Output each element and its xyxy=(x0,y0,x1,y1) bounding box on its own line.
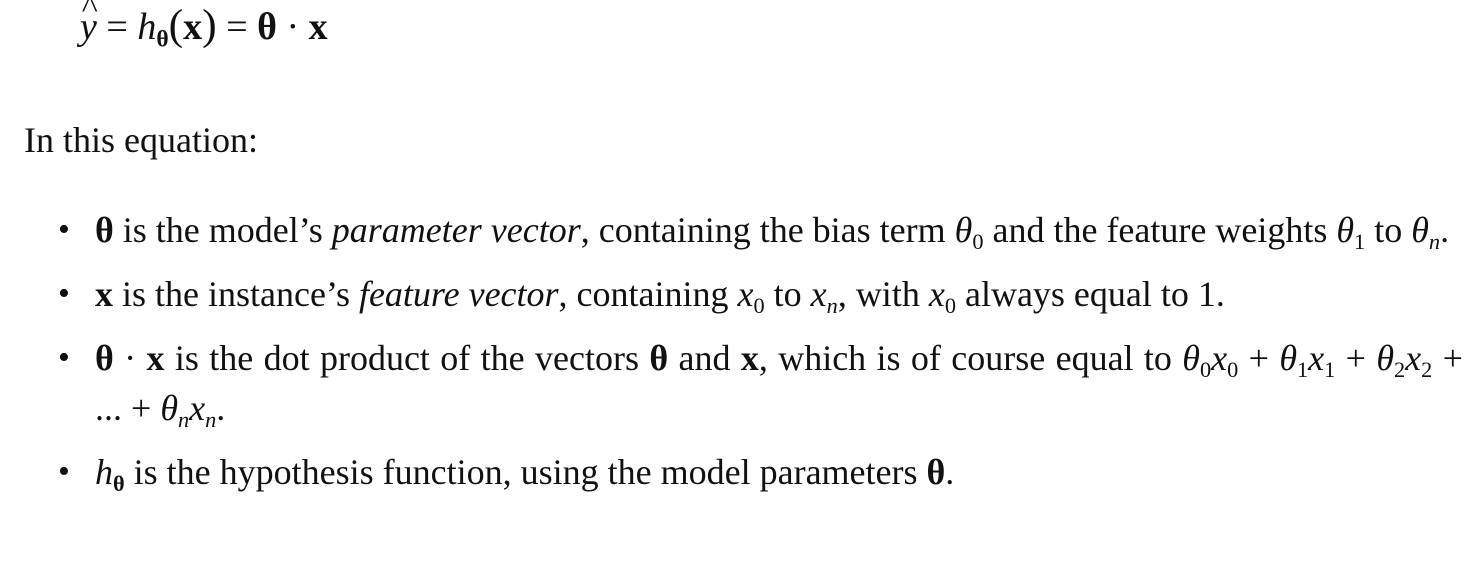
close-paren: ) xyxy=(202,1,217,49)
hat-mark: ^ xyxy=(81,0,98,27)
subscript: 0 xyxy=(1199,357,1212,383)
subscript: 0 xyxy=(944,293,956,319)
dot-operator: · xyxy=(277,6,309,48)
theta-vector: θ xyxy=(257,6,278,48)
hypothesis-h: h xyxy=(95,452,113,492)
open-paren: ( xyxy=(168,1,184,49)
x-var: x xyxy=(737,274,754,314)
text: is the instance’s xyxy=(113,274,359,314)
intro-text: In this equation: xyxy=(24,120,258,160)
hypothesis-subscript: θ xyxy=(113,471,125,497)
x-term: x xyxy=(740,338,759,378)
hypothesis-subscript: θ xyxy=(156,26,169,53)
text: , containing the bias term xyxy=(580,210,955,250)
emphasis-term: parameter vector xyxy=(331,210,581,250)
x-vector: x xyxy=(183,6,203,48)
equals-sign-2: = xyxy=(216,6,258,48)
text: to xyxy=(1365,210,1412,250)
list-item-dot-product: • θ · x is the dot product of the vectors… xyxy=(0,333,1483,433)
subscript: n xyxy=(205,407,217,433)
text: and the feature weights xyxy=(983,210,1337,250)
x-var: x xyxy=(1308,338,1325,378)
list-item-hypothesis: • hθ is the hypothesis function, using th… xyxy=(0,447,1483,497)
subscript: 1 xyxy=(1297,357,1309,383)
theta-term: θ xyxy=(649,338,669,378)
theta-var: θ xyxy=(954,210,973,250)
definition-list: • θ is the model’s parameter vector, cont… xyxy=(0,205,1483,497)
theta-var: θ xyxy=(160,388,178,428)
subscript: n xyxy=(826,293,838,319)
x-var: x xyxy=(928,274,945,314)
bullet-icon: • xyxy=(58,275,70,312)
x-vector-2: x xyxy=(308,6,328,48)
theta-var: θ xyxy=(1182,338,1200,378)
emphasis-term: feature vector xyxy=(358,274,559,314)
theta-var: θ xyxy=(1336,210,1355,250)
subscript: 2 xyxy=(1394,357,1406,383)
theta-var: θ xyxy=(1376,338,1395,378)
subscript: n xyxy=(178,407,190,433)
theta-term: θ xyxy=(95,210,114,250)
text: and xyxy=(668,338,741,378)
x-var: x xyxy=(810,274,827,314)
text: is the hypothesis function, using the mo… xyxy=(124,452,927,492)
text: always equal to 1. xyxy=(955,274,1225,314)
bullet-icon: • xyxy=(58,211,70,248)
subscript: 0 xyxy=(1227,357,1239,383)
subscript: 2 xyxy=(1421,357,1433,383)
bullet-icon: • xyxy=(58,453,70,490)
bullet-icon: • xyxy=(58,339,70,376)
x-var: x xyxy=(1211,338,1228,378)
text: to xyxy=(764,274,811,314)
subscript: 0 xyxy=(753,293,765,319)
text: . xyxy=(216,388,226,428)
subscript: 0 xyxy=(972,229,984,255)
hypothesis-h: h xyxy=(137,6,157,48)
subscript: 1 xyxy=(1354,229,1366,255)
theta-var: θ xyxy=(1411,210,1429,250)
list-item-feature-vector: • x is the instance’s feature vector, con… xyxy=(0,269,1483,319)
text: , containing xyxy=(558,274,738,314)
x-term: x xyxy=(146,338,165,378)
text: is the model’s xyxy=(113,210,332,250)
x-var: x xyxy=(1405,338,1422,378)
text: is the dot product of the vectors xyxy=(164,338,650,378)
dot-operator: · xyxy=(113,338,147,378)
list-item-parameter-vector: • θ is the model’s parameter vector, cont… xyxy=(0,205,1483,255)
theta-var: θ xyxy=(1279,338,1297,378)
theta-term: θ xyxy=(95,338,114,378)
equals-sign: = xyxy=(96,6,138,48)
y-hat-symbol: ^ y xyxy=(80,0,98,52)
prediction-equation: ^ y = hθ(x) = θ · x xyxy=(80,0,328,52)
plus-operator: + xyxy=(1238,338,1280,378)
subscript: n xyxy=(1428,229,1441,255)
text: , with xyxy=(837,274,929,314)
x-term: x xyxy=(95,274,113,314)
theta-term: θ xyxy=(926,452,946,492)
text: , which is of course equal to xyxy=(758,338,1183,378)
text: . xyxy=(1440,210,1450,250)
text: . xyxy=(945,452,955,492)
plus-operator: + xyxy=(1335,338,1377,378)
subscript: 1 xyxy=(1324,357,1336,383)
x-var: x xyxy=(189,388,206,428)
